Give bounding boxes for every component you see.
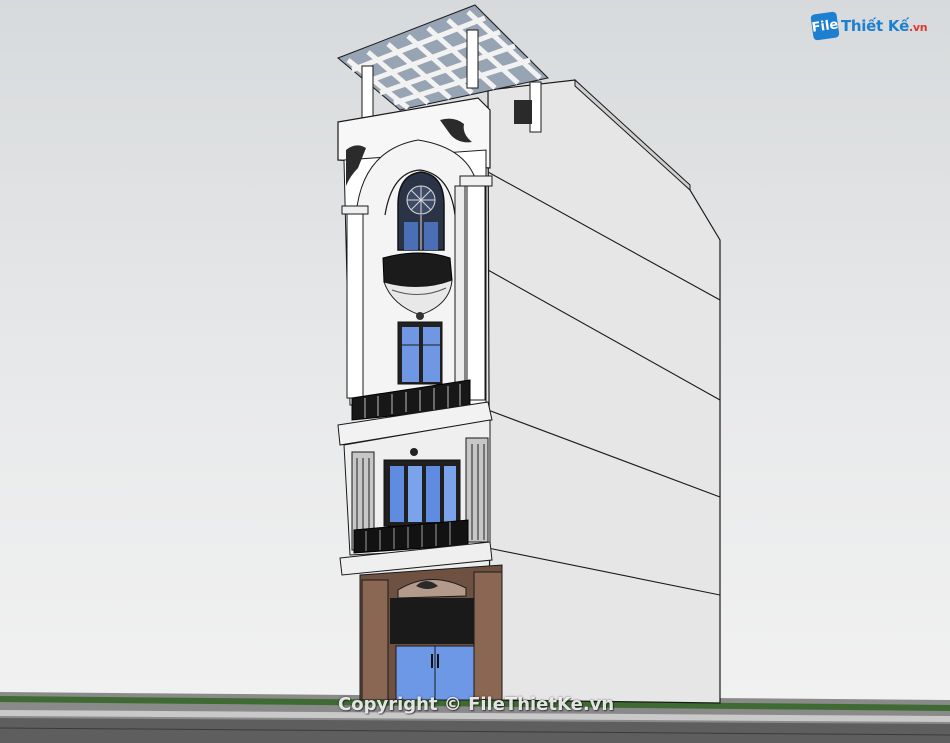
logo-text: Thiết Kế.vn xyxy=(841,17,928,35)
scene-canvas: File Thiết Kế.vn Copyright © FileThietKe… xyxy=(0,0,950,743)
copyright-watermark: Copyright © FileThietKe.vn xyxy=(338,694,615,715)
ground-floor xyxy=(359,564,503,701)
logo-suffix: .vn xyxy=(909,21,928,34)
logo-mark-icon: File xyxy=(810,11,840,41)
mid-window xyxy=(397,321,443,385)
arched-window xyxy=(397,171,445,251)
lower-windows xyxy=(383,459,461,527)
townhouse-render xyxy=(0,4,950,743)
logo-name: Thiết Kế xyxy=(841,17,910,35)
side-wall xyxy=(487,78,721,704)
site-logo: File Thiết Kế.vn xyxy=(810,11,928,41)
logo-mark-text: File xyxy=(810,16,840,36)
